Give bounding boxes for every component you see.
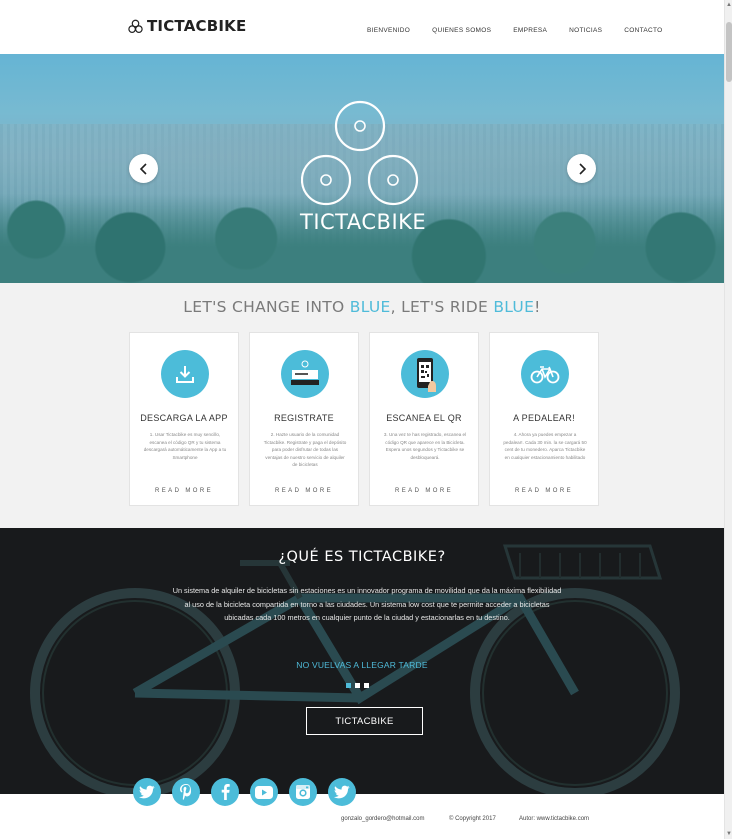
brand-name: TICTACBIKE (147, 17, 247, 35)
hero-slider: TICTACBIKE (0, 54, 724, 283)
site-header: TICTACBIKE BIENVENIDO QUIENES SOMOS EMPR… (0, 0, 724, 54)
card-title: REGISTRATE (274, 413, 334, 423)
facebook-icon[interactable] (211, 778, 239, 806)
page-scrollbar[interactable]: ▲ ▼ (724, 0, 732, 839)
chevron-right-icon (578, 162, 586, 175)
read-more-link[interactable]: READ MORE (370, 488, 478, 494)
download-icon (161, 350, 209, 398)
register-icon (281, 350, 329, 398)
about-title: ¿QUÉ ES TICTACBIKE? (278, 549, 446, 565)
steps-cards: DESCARGA LA APP 1. Usar Tictacbike es mu… (129, 332, 599, 506)
slider-dots (346, 683, 369, 688)
twitter-icon[interactable] (328, 778, 356, 806)
card-title: ESCANEA EL QR (386, 413, 462, 423)
pinterest-icon[interactable] (172, 778, 200, 806)
card-download: DESCARGA LA APP 1. Usar Tictacbike es mu… (129, 332, 239, 506)
youtube-icon[interactable] (250, 778, 278, 806)
site-footer: gonzalo_gordero@hotmail.com © Copyright … (0, 794, 724, 839)
scroll-down-icon[interactable]: ▼ (726, 831, 732, 837)
nav-contacto[interactable]: CONTACTO (624, 27, 662, 34)
slider-dot[interactable] (364, 683, 369, 688)
hero-logo-icon (301, 100, 419, 206)
card-text: 1. Usar Tictacbike es muy sencillo, esca… (143, 432, 227, 460)
footer-copyright: © Copyright 2017 (449, 816, 496, 822)
about-subtitle: NO VUELVAS A LLEGAR TARDE (296, 660, 428, 670)
about-section: ¿QUÉ ES TICTACBIKE? Un sistema de alquil… (0, 528, 724, 794)
tagline: LET'S CHANGE INTO BLUE, LET'S RIDE BLUE! (183, 298, 541, 316)
scroll-up-icon[interactable]: ▲ (726, 2, 732, 8)
slider-dot[interactable] (346, 683, 351, 688)
footer-email[interactable]: gonzalo_gordero@hotmail.com (341, 816, 424, 822)
read-more-link[interactable]: READ MORE (250, 488, 358, 494)
nav-bienvenido[interactable]: BIENVENIDO (367, 27, 410, 34)
social-links (133, 778, 356, 806)
footer-author[interactable]: Autor: www.tictacbike.com (519, 816, 589, 822)
about-text: Un sistema de alquiler de bicicletas sin… (172, 586, 562, 623)
card-text: 4. Ahora ya puedes empezar a pedalear!. … (503, 432, 587, 460)
qr-phone-icon (401, 350, 449, 398)
read-more-link[interactable]: READ MORE (130, 488, 238, 494)
card-text: 3. Una vez te has registrado, escanea el… (383, 432, 467, 460)
site-logo[interactable]: TICTACBIKE (128, 17, 246, 35)
card-title: DESCARGA LA APP (140, 413, 228, 423)
bicycle-icon (521, 350, 569, 398)
main-nav: BIENVENIDO QUIENES SOMOS EMPRESA NOTICIA… (367, 27, 685, 34)
twitter-icon[interactable] (133, 778, 161, 806)
slider-prev-button[interactable] (129, 154, 158, 183)
nav-empresa[interactable]: EMPRESA (513, 27, 547, 34)
slider-dot[interactable] (355, 683, 360, 688)
tictacbike-button[interactable]: TICTACBIKE (306, 707, 423, 735)
logo-icon (128, 19, 143, 33)
card-ride: A PEDALEAR! 4. Ahora ya puedes empezar a… (489, 332, 599, 506)
card-title: A PEDALEAR! (513, 413, 575, 423)
instagram-icon[interactable] (289, 778, 317, 806)
slider-next-button[interactable] (567, 154, 596, 183)
card-scan: ESCANEA EL QR 3. Una vez te has registra… (369, 332, 479, 506)
nav-noticias[interactable]: NOTICIAS (569, 27, 602, 34)
card-register: REGISTRATE 2. Hazte usuario de la comuni… (249, 332, 359, 506)
card-text: 2. Hazte usuario de la comunidad Tictacb… (263, 432, 347, 468)
scrollbar-thumb[interactable] (726, 22, 732, 82)
hero-title: TICTACBIKE (300, 210, 427, 234)
read-more-link[interactable]: READ MORE (490, 488, 598, 494)
chevron-left-icon (139, 162, 147, 175)
nav-quienes-somos[interactable]: QUIENES SOMOS (432, 27, 491, 34)
hero-brand: TICTACBIKE (300, 98, 427, 234)
